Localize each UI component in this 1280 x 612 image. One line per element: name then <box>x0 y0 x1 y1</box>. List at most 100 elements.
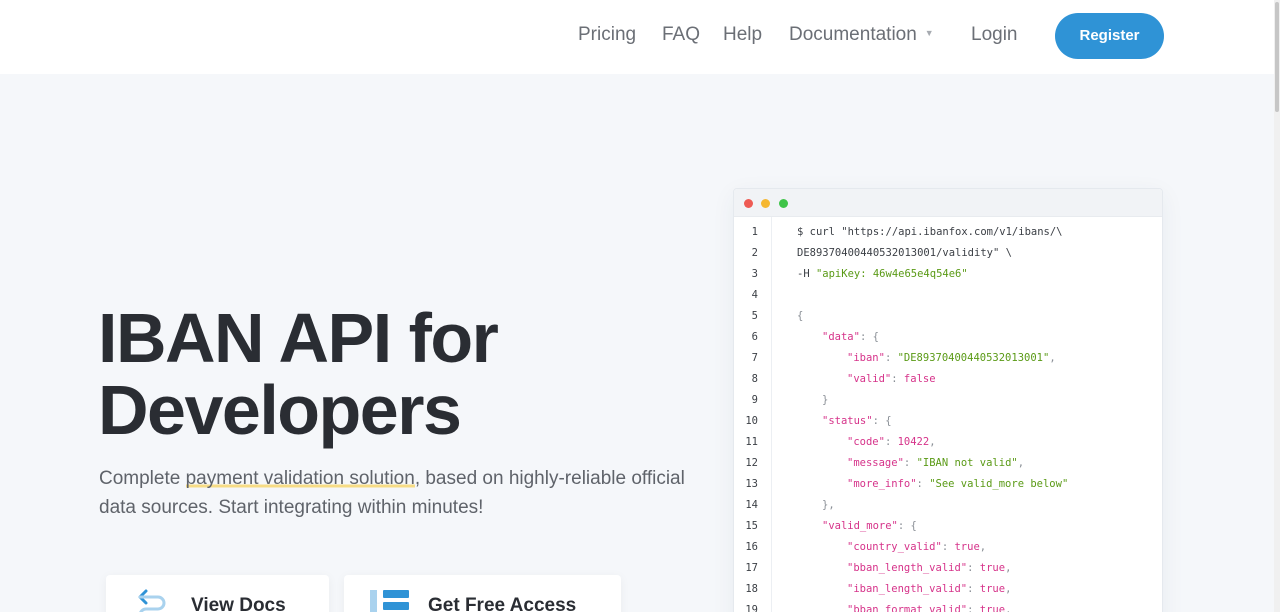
scrollbar-thumb[interactable] <box>1275 2 1279 112</box>
hero-title-line2: Developers <box>98 371 462 449</box>
code-token: "DE89370400440532013001" <box>897 352 1050 364</box>
line-number: 18 <box>745 583 758 595</box>
code-line: 3 -H "apiKey: 46w4e65e4q54e6" <box>734 264 1162 285</box>
line-number: 5 <box>751 310 758 322</box>
code-line: 7 "iban": "DE89370400440532013001", <box>734 348 1162 369</box>
code-token: : { <box>897 520 917 532</box>
line-code: "status": { <box>822 411 892 432</box>
code-token: : <box>967 583 980 595</box>
code-token: "apiKey: 46w4e65e4q54e6" <box>815 268 968 280</box>
nav-link-pricing[interactable]: Pricing <box>578 24 636 46</box>
code-line: 9} <box>734 390 1162 411</box>
line-number: 2 <box>751 247 758 259</box>
line-number: 11 <box>745 436 758 448</box>
line-number: 10 <box>745 415 758 427</box>
code-token: : <box>891 373 904 385</box>
code-line: 1 $ curl "https://api.ibanfox.com/v1/iban… <box>734 222 1162 243</box>
code-line: 4 <box>734 285 1162 306</box>
list-icon <box>370 590 409 612</box>
navbar: Pricing FAQ Help Documentation ▼ Login Re… <box>0 0 1274 74</box>
nav-link-help[interactable]: Help <box>723 24 762 46</box>
code-token: : { <box>859 331 879 343</box>
view-docs-button[interactable]: View Docs <box>106 575 329 612</box>
page-scrollbar[interactable] <box>1274 0 1280 612</box>
line-code: "bban_format_valid": true, <box>847 600 1011 612</box>
code-window-titlebar <box>734 189 1162 217</box>
code-line: 8 "valid": false <box>734 369 1162 390</box>
line-code: "iban_length_valid": true, <box>847 579 1011 600</box>
code-token: , <box>1005 562 1012 574</box>
docs-icon <box>138 589 166 612</box>
code-token: DE89370400440532013001/validity" \ <box>797 247 1012 259</box>
line-number: 9 <box>751 394 758 406</box>
line-number: 16 <box>745 541 758 553</box>
code-token: "more_info" <box>847 478 917 490</box>
nav-dropdown-documentation[interactable]: Documentation ▼ <box>789 24 934 46</box>
code-token: -H <box>797 268 816 280</box>
code-token: : <box>967 562 980 574</box>
code-token: }, <box>822 499 835 511</box>
line-code: "data": { <box>822 327 879 348</box>
line-code: "country_valid": true, <box>847 537 986 558</box>
code-token: "country_valid" <box>847 541 942 553</box>
code-token: : <box>916 478 930 490</box>
nav-link-documentation-label: Documentation <box>789 24 917 46</box>
code-line: 12 "message": "IBAN not valid", <box>734 453 1162 474</box>
line-code: "bban_length_valid": true, <box>847 558 1011 579</box>
code-token: { <box>797 310 804 322</box>
line-number: 12 <box>745 457 758 469</box>
code-example-window: 1 $ curl "https://api.ibanfox.com/v1/iban… <box>733 188 1163 612</box>
code-token: "code" <box>847 436 885 448</box>
get-free-access-button[interactable]: Get Free Access <box>344 575 621 612</box>
line-code: $ curl "https://api.ibanfox.com/v1/ibans… <box>797 222 1063 243</box>
close-dot-icon <box>744 199 753 208</box>
hero-subtitle-start: Complete <box>99 468 186 489</box>
code-token: : <box>967 604 980 612</box>
line-number: 7 <box>751 352 758 364</box>
line-number: 17 <box>745 562 758 574</box>
maximize-dot-icon <box>779 199 788 208</box>
code-line: 15 "valid_more": { <box>734 516 1162 537</box>
code-token: : <box>941 541 955 553</box>
code-token: "valid" <box>847 373 892 385</box>
code-token: , <box>979 541 987 553</box>
code-token: "bban_format_valid" <box>847 604 968 612</box>
code-line: 18 "iban_length_valid": true, <box>734 579 1162 600</box>
code-token: , <box>929 436 936 448</box>
line-code: -H "apiKey: 46w4e65e4q54e6" <box>797 264 968 285</box>
code-token: true <box>954 541 980 553</box>
code-token: "iban_length_valid" <box>847 583 968 595</box>
code-token: , <box>1005 604 1012 612</box>
register-button[interactable]: Register <box>1055 13 1164 59</box>
line-number: 15 <box>745 520 758 532</box>
line-number: 6 <box>751 331 758 343</box>
line-code: "valid": false <box>847 369 936 390</box>
code-token: "bban_length_valid" <box>847 562 968 574</box>
code-token: } <box>822 394 829 406</box>
code-token: , <box>1017 457 1025 469</box>
line-number: 8 <box>751 373 758 385</box>
line-number: 14 <box>745 499 758 511</box>
code-token: , <box>1049 352 1056 364</box>
line-number: 1 <box>751 226 758 238</box>
hero-subtitle-highlight: payment validation solution <box>185 468 415 489</box>
line-code: "iban": "DE89370400440532013001", <box>847 348 1056 369</box>
code-token: $ curl "https://api.ibanfox.com/v1/ibans… <box>797 226 1063 238</box>
view-docs-label: View Docs <box>191 595 286 612</box>
get-free-access-label: Get Free Access <box>428 595 577 612</box>
nav-link-faq[interactable]: FAQ <box>662 24 700 46</box>
code-token: "IBAN not valid" <box>916 457 1018 469</box>
line-code: "message": "IBAN not valid", <box>847 453 1024 474</box>
line-code: }, <box>822 495 835 516</box>
line-code: DE89370400440532013001/validity" \ <box>797 243 1012 264</box>
code-line: 17 "bban_length_valid": true, <box>734 558 1162 579</box>
minimize-dot-icon <box>761 199 770 208</box>
code-token: "data" <box>822 331 860 343</box>
hero-subtitle: Complete payment validation solution, ba… <box>99 464 719 522</box>
nav-link-login[interactable]: Login <box>971 24 1018 46</box>
code-line: 13 "more_info": "See valid_more below" <box>734 474 1162 495</box>
code-token: 10422 <box>897 436 930 448</box>
code-token: true <box>979 604 1006 612</box>
code-token: "See valid_more below" <box>929 478 1069 490</box>
code-line: 6 "data": { <box>734 327 1162 348</box>
